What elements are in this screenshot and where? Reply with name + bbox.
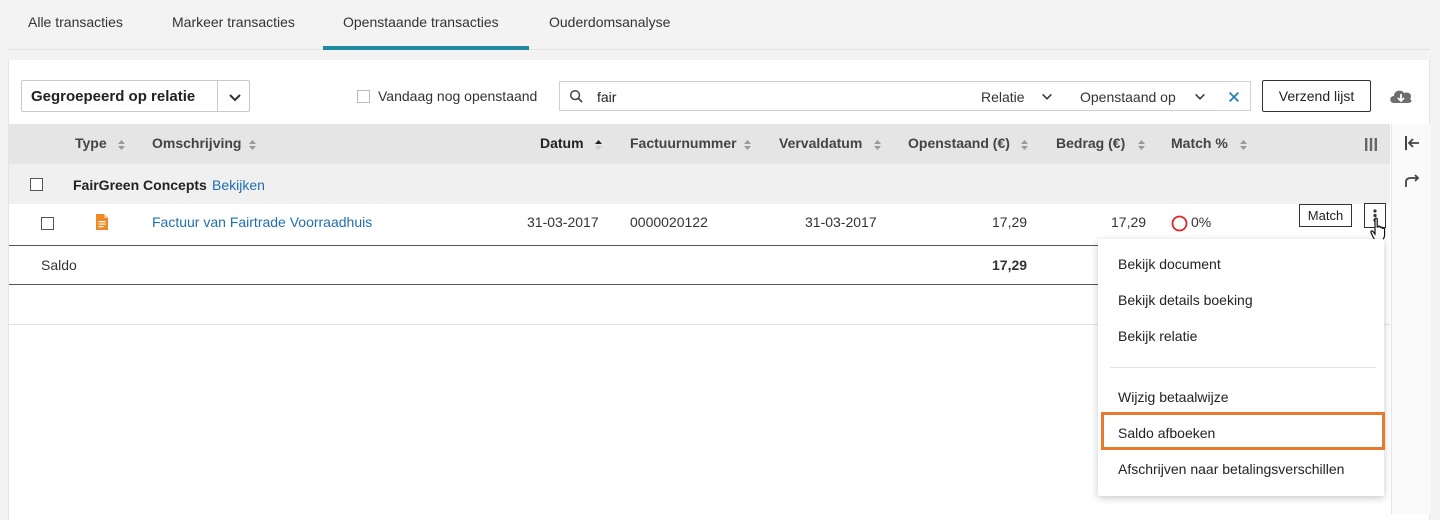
menu-item-bekijk-document[interactable]: Bekijk document <box>1118 256 1221 272</box>
menu-item-wijzig-betaalwijze[interactable]: Wijzig betaalwijze <box>1118 389 1228 405</box>
tab-alle-transacties[interactable]: Alle transacties <box>28 14 123 30</box>
row-context-menu: Bekijk document Bekijk details boeking B… <box>1098 239 1385 496</box>
menu-divider <box>1110 367 1376 368</box>
active-tab-indicator <box>323 46 529 50</box>
menu-item-bekijk-relatie[interactable]: Bekijk relatie <box>1118 328 1197 344</box>
row-factuurnummer: 0000020122 <box>630 214 708 230</box>
header-omschrijving[interactable]: Omschrijving <box>152 135 241 151</box>
select-divider <box>217 81 218 111</box>
row-separator <box>9 245 1099 246</box>
tab-ouderdomsanalyse[interactable]: Ouderdomsanalyse <box>549 14 670 30</box>
row-match-percent: 0% <box>1191 214 1212 230</box>
close-icon[interactable] <box>1227 90 1241 104</box>
header-bedrag[interactable]: Bedrag (€) <box>1056 135 1125 151</box>
tab-markeer-transacties[interactable]: Markeer transacties <box>172 14 295 30</box>
match-circle-icon <box>1171 215 1188 232</box>
vandaag-label: Vandaag nog openstaand <box>378 88 538 104</box>
sort-asc-icon[interactable] <box>594 139 603 151</box>
group-by-select[interactable]: Gegroepeerd op relatie <box>21 80 250 112</box>
saldo-label: Saldo <box>41 257 77 273</box>
search-icon <box>569 89 583 103</box>
group-name: FairGreen Concepts <box>73 177 207 193</box>
row-datum: 31-03-2017 <box>527 214 599 230</box>
saldo-separator <box>9 284 1099 285</box>
row-bedrag: 17,29 <box>1111 214 1147 230</box>
search-bar: fair Relatie Openstaand op <box>559 81 1251 111</box>
header-datum[interactable]: Datum <box>540 135 584 151</box>
menu-item-bekijk-details-boeking[interactable]: Bekijk details boeking <box>1118 292 1253 308</box>
columns-icon[interactable] <box>1365 138 1377 151</box>
filter-relatie[interactable]: Relatie <box>981 89 1025 105</box>
document-icon <box>96 214 108 230</box>
header-openstaand[interactable]: Openstaand (€) <box>908 135 1010 151</box>
sort-icon[interactable] <box>1239 139 1248 151</box>
chevron-down-icon[interactable] <box>1040 90 1054 104</box>
verzend-lijst-button[interactable]: Verzend lijst <box>1262 80 1371 112</box>
sort-icon[interactable] <box>1020 139 1029 151</box>
filter-openstaand-op[interactable]: Openstaand op <box>1080 89 1176 105</box>
vandaag-checkbox[interactable] <box>357 90 370 103</box>
row-openstaand: 17,29 <box>992 214 1028 230</box>
sort-icon[interactable] <box>873 139 882 151</box>
sort-icon[interactable] <box>1137 139 1146 151</box>
group-view-link[interactable]: Bekijken <box>212 177 265 193</box>
header-vervaldatum[interactable]: Vervaldatum <box>779 135 862 151</box>
header-match[interactable]: Match % <box>1171 135 1228 151</box>
tab-bar: Alle transacties Markeer transacties Ope… <box>8 0 1430 50</box>
tab-openstaande-transacties[interactable]: Openstaande transacties <box>343 14 499 30</box>
header-type[interactable]: Type <box>75 135 107 151</box>
menu-item-saldo-afboeken[interactable]: Saldo afboeken <box>1118 425 1215 441</box>
row-vervaldatum: 31-03-2017 <box>805 214 877 230</box>
collapse-panel-icon[interactable] <box>1404 136 1420 150</box>
group-checkbox[interactable] <box>30 178 43 191</box>
row-omschrijving-link[interactable]: Factuur van Fairtrade Voorraadhuis <box>152 214 372 230</box>
redo-icon[interactable] <box>1404 174 1420 188</box>
saldo-openstaand: 17,29 <box>992 257 1028 273</box>
row-checkbox[interactable] <box>41 217 54 230</box>
search-input[interactable]: fair <box>597 89 616 105</box>
match-button[interactable]: Match <box>1299 204 1352 227</box>
sort-icon[interactable] <box>248 139 257 151</box>
menu-item-afschrijven-betalingsverschillen[interactable]: Afschrijven naar betalingsverschillen <box>1118 461 1344 477</box>
cloud-download-icon[interactable] <box>1387 84 1415 108</box>
chevron-down-icon[interactable] <box>1193 90 1207 104</box>
sort-icon[interactable] <box>743 139 752 151</box>
sort-icon[interactable] <box>117 139 126 151</box>
header-factuurnummer[interactable]: Factuurnummer <box>630 135 737 151</box>
right-rail <box>1391 124 1431 514</box>
group-by-label: Gegroepeerd op relatie <box>31 88 196 105</box>
chevron-down-icon[interactable] <box>227 89 243 105</box>
